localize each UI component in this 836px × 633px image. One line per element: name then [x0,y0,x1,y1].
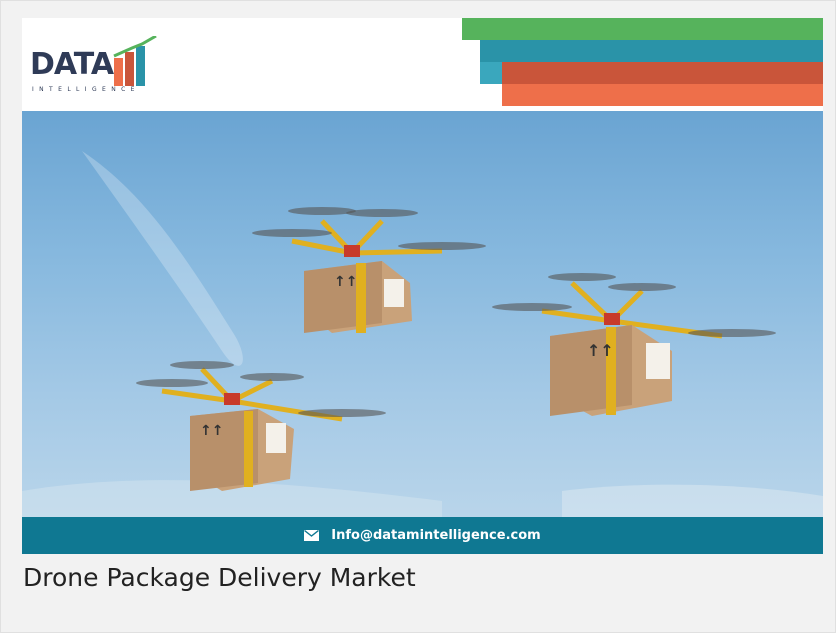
contact-bar: Info@datamintelligence.com [22,517,823,554]
market-card[interactable]: DATA INTELLIGENCE ↑↑ ↑↑ ↑↑ Info@datamint… [0,0,836,633]
mail-icon [304,530,320,541]
logo-subtitle: INTELLIGENCE [32,86,140,93]
drone-1: ↑↑ [252,207,486,333]
accent-stripe-teal [480,40,823,62]
drone-2: ↑↑ [492,273,776,416]
accent-stripe-teal-small [480,62,502,84]
data-intelligence-logo: DATA INTELLIGENCE [30,34,160,98]
drone-delivery-photo: ↑↑ ↑↑ ↑↑ [22,111,823,517]
banner-image[interactable]: DATA INTELLIGENCE ↑↑ ↑↑ ↑↑ Info@datamint… [22,18,823,554]
logo-wordmark: DATA [30,47,114,82]
drone-illustration: ↑↑ ↑↑ ↑↑ [22,151,823,517]
contact-email[interactable]: Info@datamintelligence.com [331,528,540,543]
svg-text:↑↑: ↑↑ [200,423,223,439]
market-title[interactable]: Drone Package Delivery Market [23,563,416,592]
svg-text:↑↑: ↑↑ [587,341,614,360]
accent-stripe-orange [502,84,823,106]
accent-stripe-rust [502,62,823,84]
accent-stripe-green [462,18,823,40]
drone-3: ↑↑ [136,361,386,491]
svg-text:↑↑: ↑↑ [334,274,357,290]
logo-bars-icon [113,36,157,86]
banner-header: DATA INTELLIGENCE [22,18,823,110]
